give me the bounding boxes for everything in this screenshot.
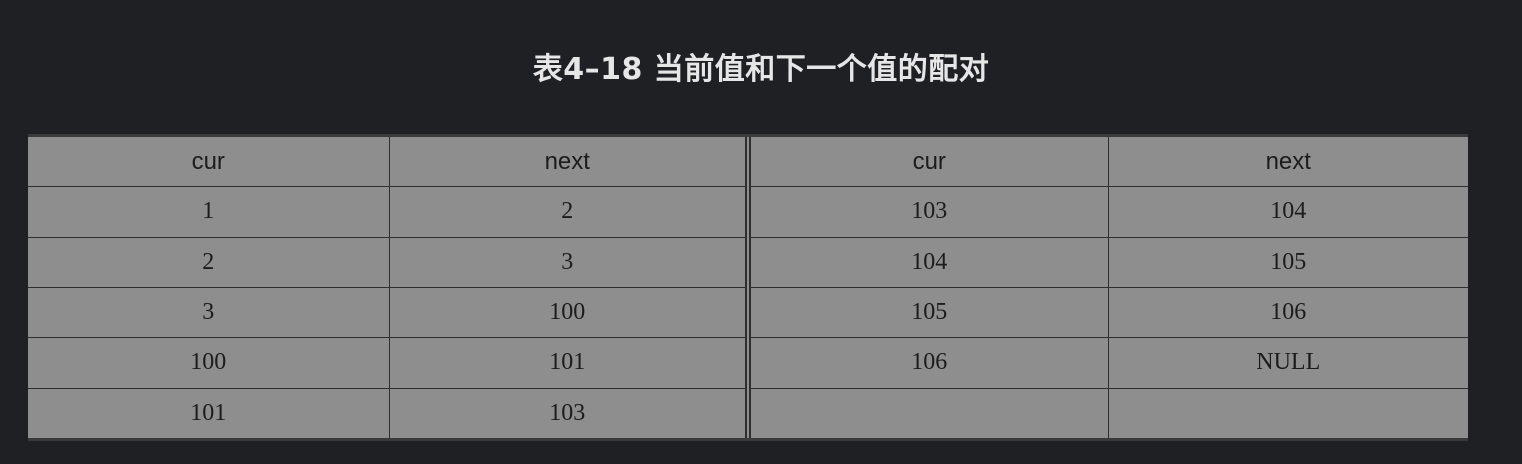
table-cell: 104	[1107, 186, 1468, 238]
header-next-left: next	[388, 137, 751, 188]
header-cur-left: cur	[28, 137, 390, 188]
table-cell: 104	[747, 236, 1109, 288]
page: 表4–18 当前值和下一个值的配对 cur next cur next 1 2 …	[0, 0, 1522, 464]
table-row: 100 101 106 NULL	[28, 337, 1468, 389]
table-cell: 100	[28, 337, 390, 389]
table-cell: 2	[388, 186, 751, 238]
cur-next-pairs-table: cur next cur next 1 2 103 104 2 3 104 10…	[28, 137, 1468, 438]
table-header-row: cur next cur next	[28, 137, 1468, 188]
table-cell	[1107, 387, 1468, 438]
table-row: 101 103	[28, 387, 1468, 438]
table-cell: 1	[28, 186, 390, 238]
table-cell: 3	[388, 236, 751, 288]
table-cell: 106	[1107, 286, 1468, 339]
pairs-table-container: cur next cur next 1 2 103 104 2 3 104 10…	[28, 134, 1468, 441]
table-row: 1 2 103 104	[28, 186, 1468, 238]
table-row: 2 3 104 105	[28, 236, 1468, 288]
table-cell: 101	[388, 337, 751, 389]
header-next-right: next	[1107, 137, 1468, 188]
table-cell: 3	[28, 286, 390, 339]
table-cell: 101	[28, 387, 390, 438]
table-caption: 表4–18 当前值和下一个值的配对	[532, 52, 990, 87]
table-cell: 103	[388, 387, 751, 438]
table-cell: 106	[747, 337, 1109, 389]
table-cell	[747, 387, 1109, 438]
table-cell: 103	[747, 186, 1109, 238]
header-cur-right: cur	[747, 137, 1109, 188]
table-cell: 105	[1107, 236, 1468, 288]
table-cell: NULL	[1107, 337, 1468, 389]
table-row: 3 100 105 106	[28, 286, 1468, 339]
table-cell: 100	[388, 286, 751, 339]
table-cell: 105	[747, 286, 1109, 339]
table-cell: 2	[28, 236, 390, 288]
